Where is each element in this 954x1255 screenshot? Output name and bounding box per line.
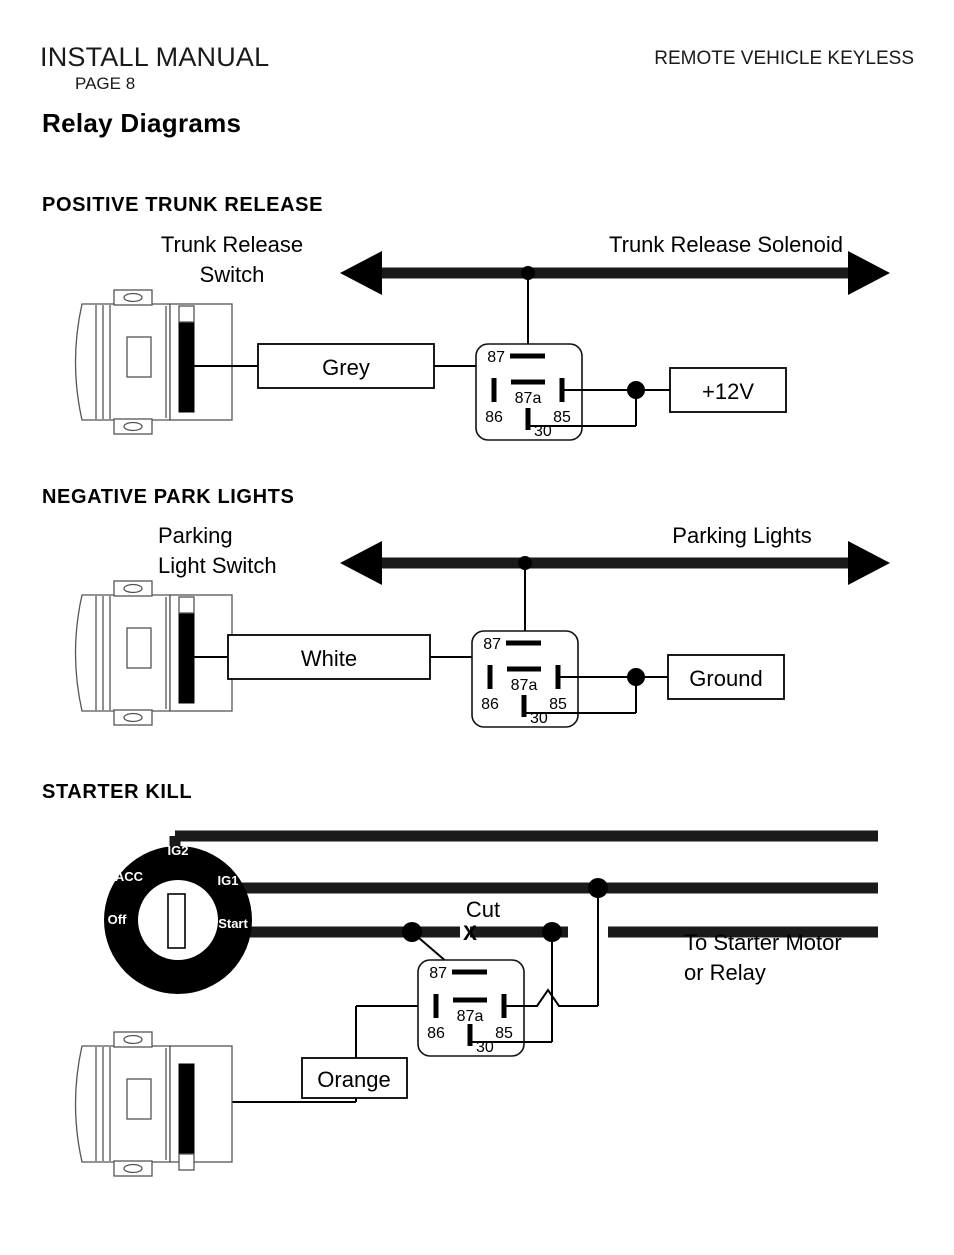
wire-color-label: White: [301, 646, 357, 671]
ignition-switch[interactable]: IG2 ACC Off IG1 Start: [104, 843, 252, 994]
section-heading-negative-park-lights: NEGATIVE PARK LIGHTS: [42, 486, 295, 508]
wire-color-label: Orange: [317, 1067, 390, 1092]
ground-label: Ground: [689, 666, 762, 691]
wire-color-box-grey: Grey: [257, 343, 435, 389]
wire-color-label: Grey: [322, 355, 370, 380]
diagram-positive-trunk-release: Trunk Release Switch Trunk Release Solen…: [74, 232, 890, 441]
manual-page: INSTALL MANUAL PAGE 8 REMOTE VEHICLE KEY…: [0, 0, 954, 1255]
wire-color-box-orange: Orange: [301, 1057, 408, 1099]
relay-pin-label-87: 87: [429, 965, 447, 982]
ignition-position-ig1: IG1: [218, 873, 239, 888]
header-product-name: REMOTE VEHICLE KEYLESS: [654, 48, 914, 69]
ignition-position-off: Off: [108, 912, 127, 927]
relay-pin-label-87: 87: [487, 349, 505, 366]
ignition-bus-ig2: [169, 830, 878, 860]
relay-pin-label-87a: 87a: [457, 1008, 484, 1025]
ignition-position-acc: ACC: [115, 869, 144, 884]
header-page-number: PAGE 8: [75, 74, 136, 93]
relay-pin-label-87a: 87a: [511, 677, 538, 694]
control-module-device: [74, 1031, 233, 1177]
diagram-negative-park-lights: Parking Light Switch Parking Lights Whit…: [74, 523, 890, 728]
parking-light-switch-label-line1: Parking: [158, 523, 233, 548]
relay-pin-label-87: 87: [483, 636, 501, 653]
relay-pin-label-85: 85: [553, 409, 571, 426]
section-heading-starter-kill: STARTER KILL: [42, 781, 193, 803]
trunk-release-solenoid-label: Trunk Release Solenoid: [609, 232, 843, 257]
control-module-device: [74, 289, 233, 435]
trunk-release-switch-label-line1: Trunk Release: [161, 232, 303, 257]
ignition-position-ig2: IG2: [168, 843, 189, 858]
control-module-device: [74, 580, 233, 726]
relay-pin-label-86: 86: [481, 696, 499, 713]
cut-label: Cut: [466, 897, 500, 922]
parking-lights-label: Parking Lights: [672, 523, 811, 548]
relay-pin-label-85: 85: [495, 1025, 513, 1042]
supply-box-12v: +12V: [669, 367, 787, 413]
relay-pin-label-86: 86: [427, 1025, 445, 1042]
trunk-release-switch-label-line2: Switch: [200, 262, 265, 287]
diagram-starter-kill: Cut X IG2 ACC Off IG1 Start 87 86 87a 85: [74, 830, 878, 1177]
relay-pin-label-85: 85: [549, 696, 567, 713]
relay-pin-label-87a: 87a: [515, 390, 542, 407]
page-title: Relay Diagrams: [42, 108, 242, 138]
relay-pin-label-86: 86: [485, 409, 503, 426]
destination-label-line1: To Starter Motor: [684, 930, 842, 955]
ignition-position-start: Start: [218, 916, 248, 931]
destination-label-line2: or Relay: [684, 960, 766, 985]
supply-label: +12V: [702, 379, 754, 404]
ground-box: Ground: [667, 654, 785, 700]
cut-marker-x: X: [463, 922, 477, 945]
section-heading-positive-trunk-release: POSITIVE TRUNK RELEASE: [42, 194, 324, 216]
header-manual-title: INSTALL MANUAL: [40, 42, 270, 72]
wire-color-box-white: White: [227, 634, 431, 680]
solenoid-bus-arrow: [340, 251, 890, 295]
parking-light-switch-label-line2: Light Switch: [158, 553, 277, 578]
